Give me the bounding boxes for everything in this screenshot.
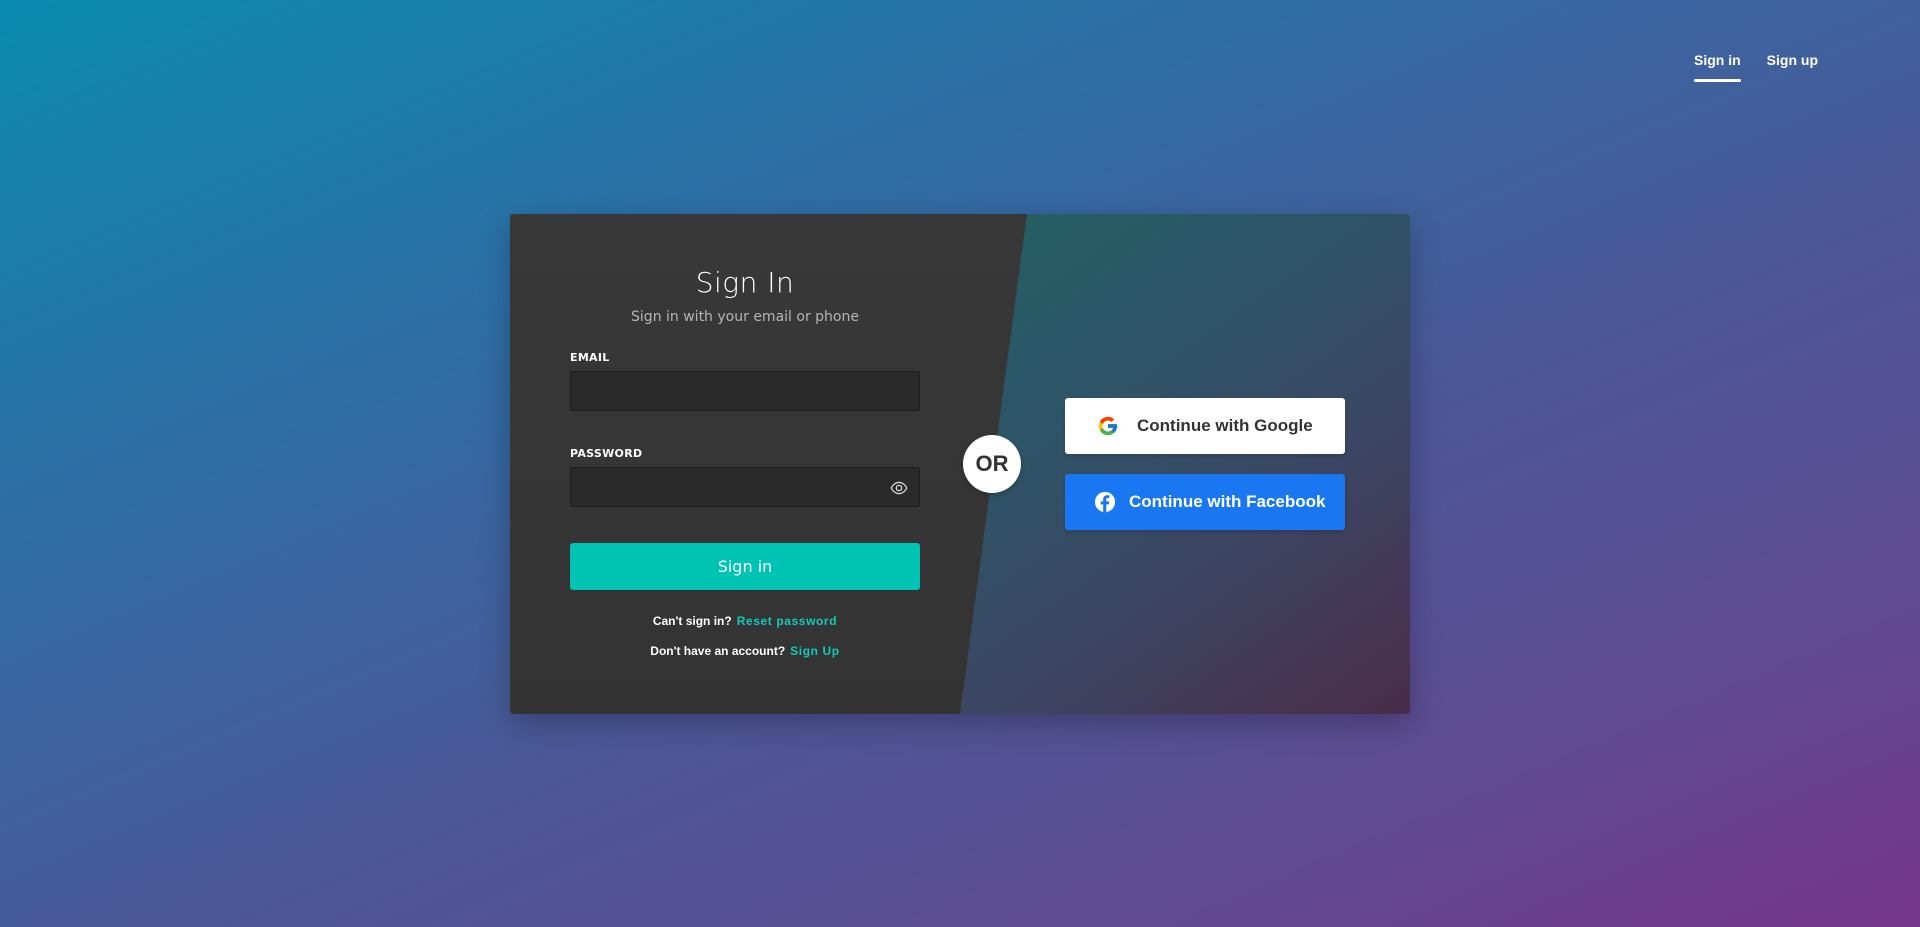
facebook-icon <box>1094 491 1116 513</box>
sign-up-prompt: Don't have an account? <box>650 644 786 658</box>
password-field-container <box>570 467 920 507</box>
reset-password-row: Can't sign in? Reset password <box>570 614 920 628</box>
sign-up-link[interactable]: Sign Up <box>790 644 840 658</box>
password-label: PASSWORD <box>570 447 643 460</box>
continue-with-google-button[interactable]: Continue with Google <box>1065 398 1345 454</box>
sign-in-form: Sign In Sign in with your email or phone… <box>570 214 920 714</box>
google-button-label: Continue with Google <box>1137 416 1313 435</box>
sign-in-button[interactable]: Sign in <box>570 543 920 590</box>
facebook-button-label: Continue with Facebook <box>1129 492 1326 511</box>
nav-sign-up-link[interactable]: Sign up <box>1767 48 1818 82</box>
or-divider: OR <box>963 435 1021 493</box>
eye-icon[interactable] <box>889 479 909 497</box>
sign-up-row: Don't have an account? Sign Up <box>570 644 920 658</box>
password-field[interactable] <box>571 468 919 506</box>
google-icon <box>1098 416 1118 436</box>
reset-password-link[interactable]: Reset password <box>737 614 837 628</box>
reset-prompt: Can't sign in? <box>652 614 732 628</box>
email-label: EMAIL <box>570 351 610 364</box>
page-title: Sign In <box>695 266 795 299</box>
sign-in-card: Sign In Sign in with your email or phone… <box>510 214 1410 714</box>
top-nav: Sign in Sign up <box>1694 48 1818 82</box>
nav-sign-in-link[interactable]: Sign in <box>1694 48 1741 82</box>
page-subtitle: Sign in with your email or phone <box>631 309 859 325</box>
email-field[interactable] <box>571 372 919 410</box>
email-field-container <box>570 371 920 411</box>
continue-with-facebook-button[interactable]: Continue with Facebook <box>1065 474 1345 530</box>
